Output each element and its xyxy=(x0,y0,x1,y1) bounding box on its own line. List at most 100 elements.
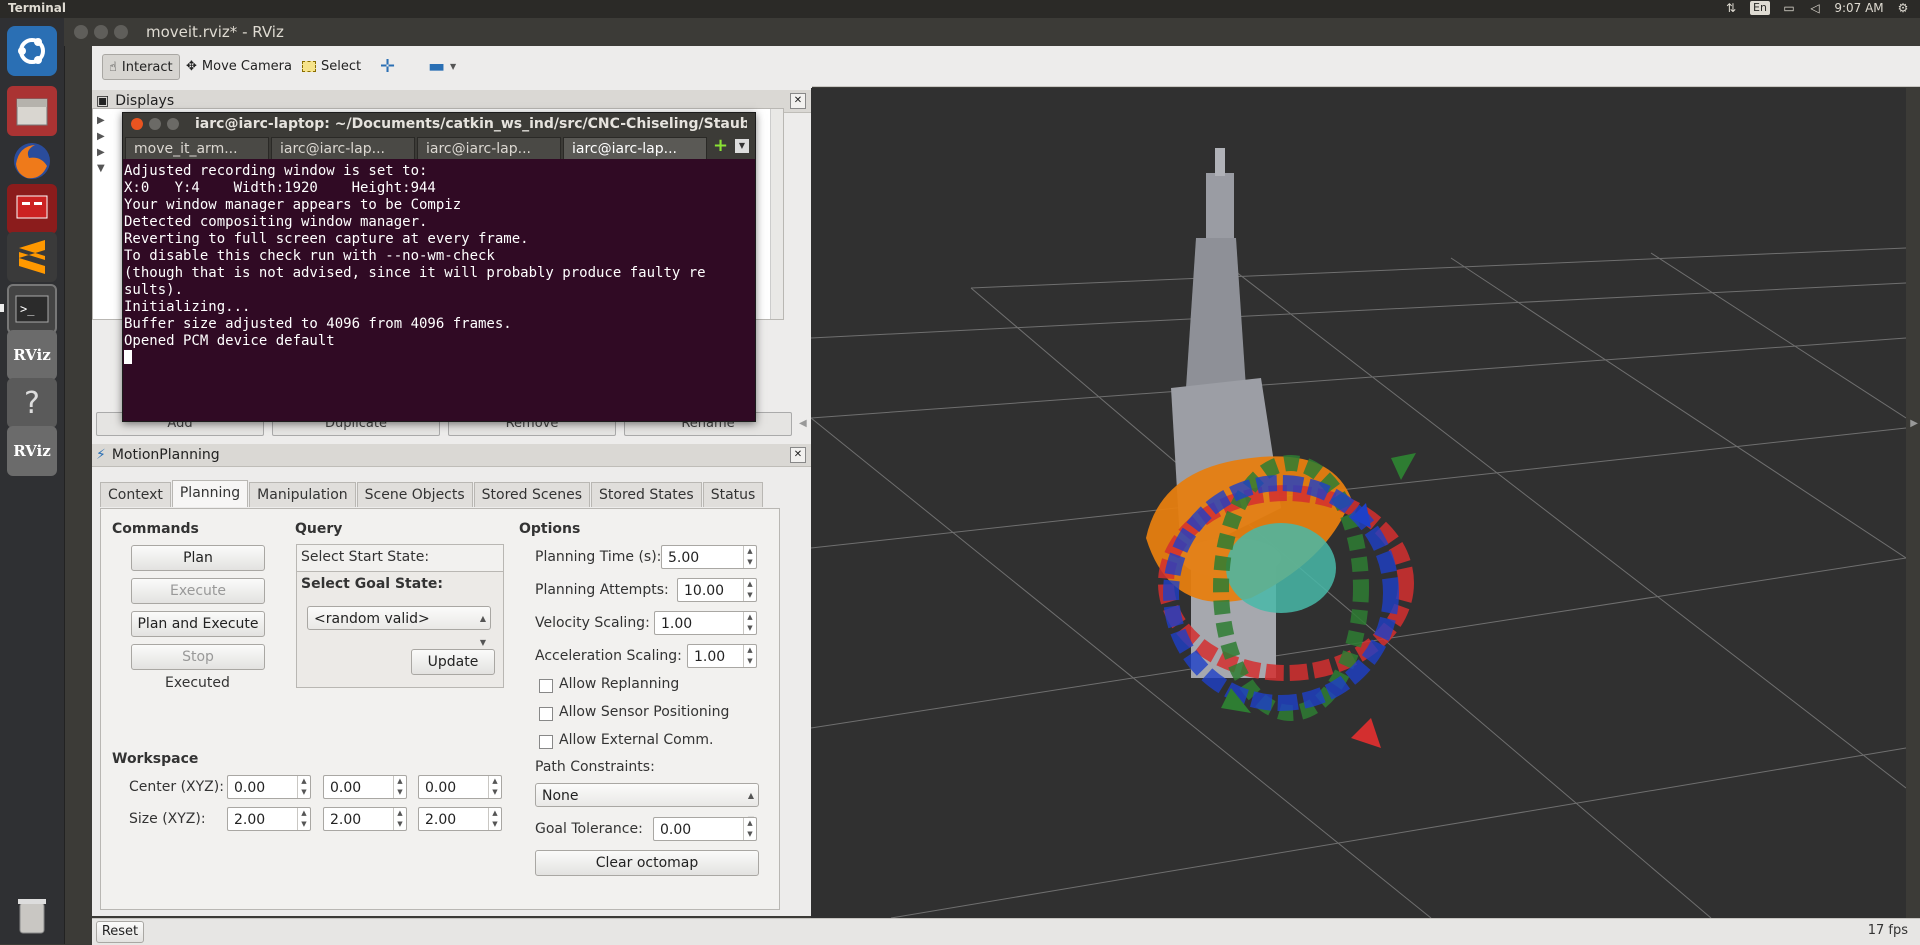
acceleration-scaling-field[interactable]: 1.00 ▲ ▼ xyxy=(687,644,757,668)
close-window-button[interactable] xyxy=(74,25,88,39)
center-y-field[interactable]: 0.00 ▲ ▼ xyxy=(323,775,407,799)
tab-scene-objects[interactable]: Scene Objects xyxy=(356,482,473,507)
minimize-window-button[interactable] xyxy=(94,25,108,39)
size-x-field[interactable]: 2.00 ▲ ▼ xyxy=(227,807,311,831)
system-tray: ⇅ En ▭ ◁ 9:07 AM ⚙ xyxy=(1724,1,1910,15)
maximize-window-button[interactable] xyxy=(167,118,179,130)
terminal-cursor xyxy=(124,350,132,364)
terminal-line: Reverting to full screen capture at ever… xyxy=(124,231,529,247)
stop-button[interactable]: Stop xyxy=(131,644,265,670)
remove-tool-dropdown[interactable]: ▬ ▼ xyxy=(422,54,462,78)
battery-icon[interactable]: ▭ xyxy=(1782,1,1796,15)
rviz-icon-2[interactable]: RViz xyxy=(7,426,57,476)
terminal-tabbar: move_it_arm... iarc@iarc-lap... iarc@iar… xyxy=(123,135,755,159)
collapse-right-handle[interactable]: ▶ xyxy=(1910,418,1918,429)
clear-octomap-button[interactable]: Clear octomap xyxy=(535,850,759,876)
tab-manipulation[interactable]: Manipulation xyxy=(249,482,356,507)
fps-readout: 17 fps xyxy=(1867,923,1908,938)
velocity-scaling-field[interactable]: 1.00 ▲ ▼ xyxy=(654,611,757,635)
start-state-header[interactable]: Select Start State: xyxy=(297,545,503,572)
maximize-window-button[interactable] xyxy=(114,25,128,39)
close-icon[interactable]: ✕ xyxy=(790,447,806,463)
center-x-field[interactable]: 0.00 ▲ ▼ xyxy=(227,775,311,799)
tab-status[interactable]: Status xyxy=(702,482,764,507)
sublime-icon[interactable] xyxy=(7,232,57,282)
allow-external-comm-checkbox[interactable] xyxy=(539,735,553,749)
spin-arrows-icon[interactable]: ▲ ▼ xyxy=(743,579,756,601)
allow-replanning-checkbox[interactable] xyxy=(539,679,553,693)
files-icon[interactable] xyxy=(7,86,57,136)
spin-arrows-icon[interactable]: ▲ ▼ xyxy=(393,776,406,798)
allow-replanning-label: Allow Replanning xyxy=(559,676,680,692)
interact-label: Interact xyxy=(121,59,173,75)
path-constraints-select[interactable]: None▲▼ xyxy=(535,783,759,824)
planning-attempts-field[interactable]: 10.00 ▲ ▼ xyxy=(677,578,757,602)
minimize-window-button[interactable] xyxy=(149,118,161,130)
tab-stored-scenes[interactable]: Stored Scenes xyxy=(473,482,590,507)
terminal-icon[interactable]: >_ xyxy=(7,284,57,334)
keyboard-layout-indicator[interactable]: En xyxy=(1750,1,1770,15)
terminal-window[interactable]: iarc@iarc-laptop: ~/Documents/catkin_ws_… xyxy=(122,112,756,422)
terminal-tab[interactable]: iarc@iarc-lap... xyxy=(417,137,561,159)
presentation-icon[interactable] xyxy=(7,184,57,234)
3d-viewport[interactable]: ◀ ▶ xyxy=(799,88,1918,919)
new-tab-icon[interactable]: + xyxy=(713,137,729,155)
spin-arrows-icon[interactable]: ▲ ▼ xyxy=(488,776,501,798)
tab-context[interactable]: Context xyxy=(100,482,171,507)
spin-arrows-icon[interactable]: ▲ ▼ xyxy=(393,808,406,830)
plan-and-execute-button[interactable]: Plan and Execute xyxy=(131,611,265,637)
add-tool-button[interactable]: ✛ xyxy=(374,54,401,78)
rviz-icon[interactable]: RViz xyxy=(7,330,57,380)
close-icon[interactable]: ✕ xyxy=(790,93,806,109)
motionplanning-title: MotionPlanning xyxy=(111,447,220,463)
query-heading: Query xyxy=(295,521,343,537)
goal-state-select[interactable]: <random valid> ▲ ▼ xyxy=(307,606,491,647)
settings-gear-icon[interactable]: ⚙ xyxy=(1896,1,1910,15)
terminal-output[interactable]: Adjusted recording window is set to: X:0 … xyxy=(123,161,755,421)
spin-arrows-icon[interactable]: ▲ ▼ xyxy=(297,776,310,798)
update-button[interactable]: Update xyxy=(411,649,495,675)
motion-planning-icon: ⚡ xyxy=(96,447,106,463)
displays-scrollbar[interactable] xyxy=(770,109,783,319)
size-z-field[interactable]: 2.00 ▲ ▼ xyxy=(418,807,502,831)
terminal-tab-active[interactable]: iarc@iarc-lap... xyxy=(563,137,707,159)
execute-button[interactable]: Execute xyxy=(131,578,265,604)
trash-icon[interactable] xyxy=(7,890,57,940)
spin-arrows-icon[interactable]: ▲ ▼ xyxy=(743,818,756,840)
unknown-app-icon[interactable]: ? xyxy=(7,378,57,428)
tab-menu-icon[interactable]: ▼ xyxy=(735,139,749,153)
spin-arrows-icon[interactable]: ▲ ▼ xyxy=(488,808,501,830)
spin-arrows-icon[interactable]: ▲ ▼ xyxy=(297,808,310,830)
allow-sensor-positioning-checkbox[interactable] xyxy=(539,707,553,721)
reset-button[interactable]: Reset xyxy=(96,921,144,943)
terminal-tab[interactable]: move_it_arm... xyxy=(125,137,269,159)
center-z-field[interactable]: 0.00 ▲ ▼ xyxy=(418,775,502,799)
clock[interactable]: 9:07 AM xyxy=(1834,1,1884,15)
velocity-scaling-value: 1.00 xyxy=(661,616,693,632)
allow-external-comm-label: Allow External Comm. xyxy=(559,732,714,748)
collapse-left-handle[interactable]: ◀ xyxy=(799,418,807,429)
tab-stored-states[interactable]: Stored States xyxy=(591,482,702,507)
terminal-title: iarc@iarc-laptop: ~/Documents/catkin_ws_… xyxy=(195,116,747,132)
tab-planning[interactable]: Planning xyxy=(171,480,249,507)
select-tool-button[interactable]: Select xyxy=(296,54,367,78)
spin-arrows-icon[interactable]: ▲ ▼ xyxy=(743,612,756,634)
volume-icon[interactable]: ◁ xyxy=(1808,1,1822,15)
move-camera-tool-button[interactable]: ✥ Move Camera xyxy=(180,54,298,78)
planning-attempts-value: 10.00 xyxy=(684,583,725,599)
network-icon[interactable]: ⇅ xyxy=(1724,1,1738,15)
close-window-button[interactable] xyxy=(131,118,143,130)
tree-expanders[interactable]: ▶ ▶ ▶ ▼ xyxy=(97,113,105,177)
spin-arrows-icon[interactable]: ▲ ▼ xyxy=(743,645,756,667)
size-y-field[interactable]: 2.00 ▲ ▼ xyxy=(323,807,407,831)
planning-time-field[interactable]: 5.00 ▲ ▼ xyxy=(661,545,757,569)
ubuntu-icon[interactable] xyxy=(7,26,57,76)
spin-arrows-icon[interactable]: ▲ ▼ xyxy=(743,546,756,568)
goal-tolerance-field[interactable]: 0.00 ▲ ▼ xyxy=(653,817,757,841)
firefox-icon[interactable] xyxy=(7,136,57,186)
plan-button[interactable]: Plan xyxy=(131,545,265,571)
scene-canvas[interactable] xyxy=(810,88,1907,919)
terminal-tab[interactable]: iarc@iarc-lap... xyxy=(271,137,415,159)
goal-state-header[interactable]: Select Goal State: xyxy=(297,572,503,598)
interact-tool-button[interactable]: ☝ Interact xyxy=(102,54,180,80)
